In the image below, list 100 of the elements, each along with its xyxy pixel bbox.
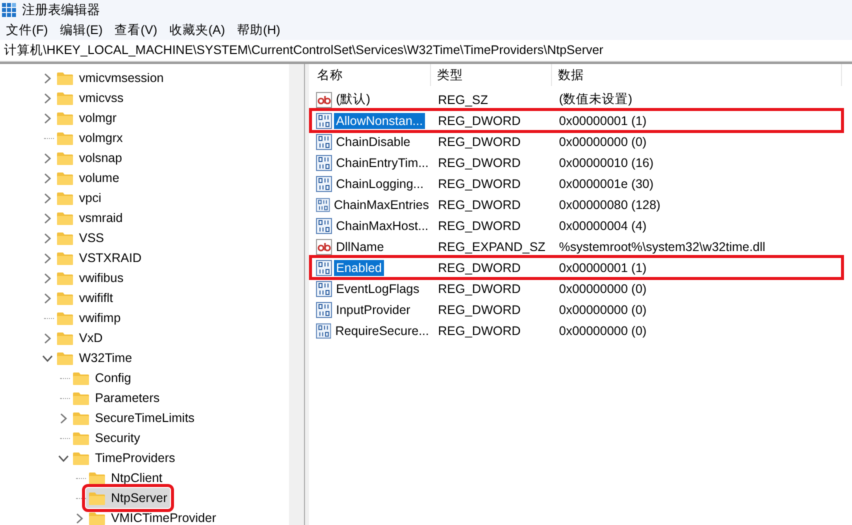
binary-value-icon <box>316 134 332 150</box>
table-cell-text: 0x0000001e (30) <box>558 176 655 193</box>
table-cell-text: REG_DWORD <box>437 112 522 130</box>
tree-item[interactable]: vmicvss <box>54 88 126 108</box>
tree-item[interactable]: Parameters <box>70 388 163 408</box>
table-cell-text: (数值未设置) <box>558 91 634 108</box>
tree-item[interactable]: VMICTimeProvider <box>86 508 220 525</box>
value-name[interactable]: ChainMaxHost... <box>334 218 430 234</box>
table-cell-text: REG_EXPAND_SZ <box>437 238 546 256</box>
tree-item[interactable]: NtpServer <box>86 488 170 508</box>
folder-icon <box>73 412 89 424</box>
table-cell-text: REG_SZ <box>437 92 490 108</box>
value-name[interactable]: ChainDisable <box>334 134 412 150</box>
scrollbar[interactable] <box>289 64 305 525</box>
folder-icon <box>57 212 73 224</box>
value-name[interactable]: AllowNonstan... <box>334 112 425 128</box>
folder-icon <box>57 252 73 264</box>
table-cell-text: REG_DWORD <box>437 280 522 298</box>
tree-item[interactable]: Security <box>70 428 144 448</box>
value-name[interactable]: Enabled <box>334 260 384 276</box>
table-cell-text: 0x00000010 (16) <box>558 154 655 172</box>
table-cell-text: 0x00000004 (4) <box>558 218 648 235</box>
folder-icon <box>57 72 73 84</box>
column-header[interactable]: 数据 <box>552 64 842 86</box>
table-cell-text: REG_DWORD <box>437 176 522 192</box>
folder-icon <box>73 372 89 384</box>
binary-value-icon <box>316 154 332 170</box>
folder-icon <box>57 232 73 244</box>
folder-icon <box>57 312 73 324</box>
binary-value-icon <box>316 176 332 192</box>
table-cell-text: REG_DWORD <box>437 134 522 150</box>
folder-icon <box>57 332 73 344</box>
tree-item[interactable]: vsmraid <box>54 208 126 228</box>
address-bar[interactable]: 计算机\HKEY_LOCAL_MACHINE\SYSTEM\CurrentControlSet\Services\W32Time\TimeProviders\NtpServer <box>0 40 852 62</box>
menu-item[interactable]: 帮助(H) <box>232 22 288 38</box>
binary-value-icon <box>316 196 330 212</box>
tree-item[interactable]: VxD <box>54 328 106 348</box>
tree-item[interactable]: vmicvmsession <box>54 68 167 88</box>
menu-item[interactable]: 文件(F) <box>2 22 56 38</box>
table-cell-text: REG_DWORD <box>437 154 522 172</box>
tree-item[interactable]: VSTXRAID <box>54 248 145 268</box>
binary-value-icon <box>316 280 332 296</box>
table-cell-text: 0x00000000 (0) <box>558 280 648 298</box>
folder-icon <box>89 472 105 484</box>
tree-item[interactable]: volume <box>54 168 122 188</box>
table-cell-text: 0x00000001 (1) <box>558 260 648 277</box>
folder-icon <box>57 352 73 364</box>
tree-item[interactable]: volmgr <box>54 108 120 128</box>
folder-icon <box>57 132 73 144</box>
value-name[interactable]: ChainLogging... <box>334 176 426 192</box>
tree-item[interactable]: NtpClient <box>86 468 166 488</box>
value-name[interactable]: ChainMaxEntries <box>332 196 431 212</box>
binary-value-icon <box>316 218 332 234</box>
string-value-icon <box>316 238 332 254</box>
folder-icon <box>57 92 73 104</box>
value-name[interactable]: DllName <box>334 238 386 254</box>
value-name[interactable]: InputProvider <box>334 302 412 318</box>
registry-icon <box>2 3 16 17</box>
folder-icon <box>73 452 89 464</box>
column-header[interactable]: 名称 <box>311 64 431 86</box>
string-value-icon <box>316 92 332 108</box>
tree-item[interactable]: vpci <box>54 188 104 208</box>
table-cell-text: %systemroot%\system32\w32time.dll <box>558 238 766 256</box>
folder-icon <box>57 152 73 164</box>
menu-item[interactable]: 收藏夹(A) <box>165 22 233 38</box>
tree-item[interactable]: vwifimp <box>54 308 124 328</box>
value-name[interactable]: ChainEntryTim... <box>334 154 431 170</box>
table-cell-text: 0x00000000 (0) <box>558 322 648 340</box>
folder-icon <box>73 432 89 444</box>
table-cell-text: REG_DWORD <box>437 302 522 318</box>
tree-item[interactable]: volsnap <box>54 148 126 168</box>
table-cell-text: REG_DWORD <box>437 196 522 214</box>
value-name[interactable]: (默认) <box>334 90 372 109</box>
tree-item[interactable]: VSS <box>54 228 108 248</box>
folder-icon <box>57 192 73 204</box>
folder-icon <box>89 492 105 504</box>
folder-icon <box>57 172 73 184</box>
folder-icon <box>57 292 73 304</box>
folder-icon <box>89 512 105 524</box>
column-header[interactable]: 类型 <box>431 64 552 86</box>
binary-value-icon <box>316 260 332 276</box>
table-cell-text: 0x00000001 (1) <box>558 112 648 130</box>
tree-item[interactable]: vwifibus <box>54 268 126 288</box>
value-name[interactable]: EventLogFlags <box>334 280 422 296</box>
tree-item[interactable]: Config <box>70 368 134 388</box>
folder-icon <box>73 392 89 404</box>
table-cell-text: 0x00000080 (128) <box>558 196 662 214</box>
menu-item[interactable]: 编辑(E) <box>56 22 111 38</box>
folder-icon <box>57 272 73 284</box>
tree-item[interactable]: SecureTimeLimits <box>70 408 198 428</box>
tree-item[interactable]: vwififlt <box>54 288 116 308</box>
folder-icon <box>57 112 73 124</box>
table-cell-text: REG_DWORD <box>437 322 522 340</box>
table-cell-text: 0x00000000 (0) <box>558 302 648 319</box>
menu-item[interactable]: 查看(V) <box>110 22 166 38</box>
table-cell-text: REG_DWORD <box>437 260 522 276</box>
value-name[interactable]: RequireSecure... <box>333 322 431 338</box>
tree-item[interactable]: W32Time <box>54 348 136 368</box>
tree-item[interactable]: TimeProviders <box>70 448 178 468</box>
tree-item[interactable]: volmgrx <box>54 128 126 148</box>
